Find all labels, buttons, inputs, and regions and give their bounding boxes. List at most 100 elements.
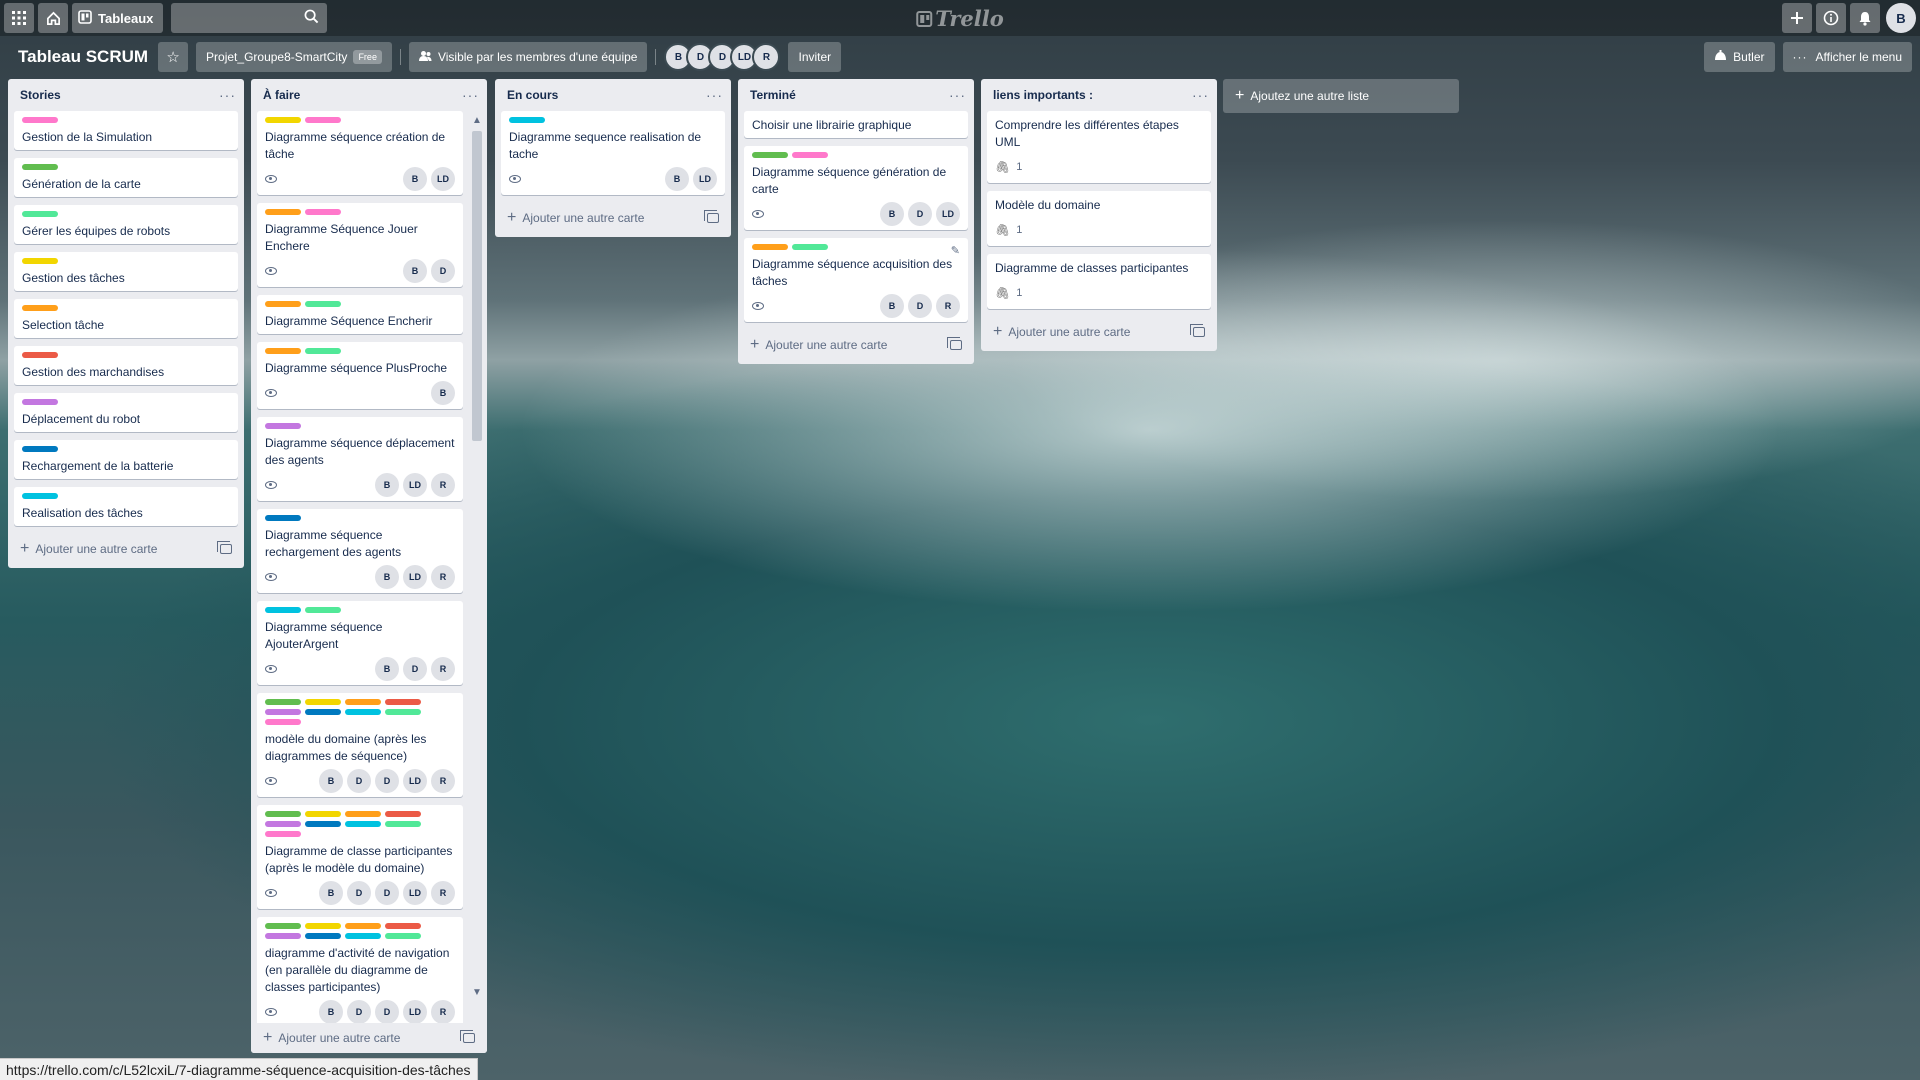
member-avatar[interactable]: B	[403, 167, 427, 191]
label-blue[interactable]	[265, 515, 301, 521]
card[interactable]: Déplacement du robot	[14, 393, 238, 432]
member-avatar[interactable]: LD	[431, 167, 455, 191]
label-orange[interactable]	[752, 244, 788, 250]
member-avatar[interactable]: R	[431, 1000, 455, 1024]
member-avatar[interactable]: LD	[936, 202, 960, 226]
member-avatar[interactable]: B	[375, 565, 399, 589]
label-green[interactable]	[752, 152, 788, 158]
label-yellow[interactable]	[305, 923, 341, 929]
member-avatar[interactable]: B	[880, 202, 904, 226]
apps-grid-icon[interactable]	[4, 3, 34, 33]
card-template-icon[interactable]	[1190, 324, 1205, 337]
trello-logo[interactable]: Trello	[916, 6, 1004, 31]
label-pink[interactable]	[792, 152, 828, 158]
card-template-icon[interactable]	[460, 1030, 475, 1043]
label-lime[interactable]	[305, 348, 341, 354]
visibility-button[interactable]: Visible par les membres d'une équipe	[408, 42, 648, 72]
member-avatar[interactable]: D	[908, 202, 932, 226]
list-menu-dots-icon[interactable]: ···	[949, 87, 966, 103]
board-title[interactable]: Tableau SCRUM	[8, 47, 158, 67]
card[interactable]: Diagramme séquence génération de carte B D…	[744, 146, 968, 230]
label-blue[interactable]	[305, 709, 341, 715]
member-avatar[interactable]: R	[936, 294, 960, 318]
label-yellow[interactable]	[265, 117, 301, 123]
label-orange[interactable]	[345, 923, 381, 929]
add-list-button[interactable]: + Ajoutez une autre liste	[1223, 79, 1459, 113]
card[interactable]: Diagramme sequence realisation de tache B…	[501, 111, 725, 195]
label-red[interactable]	[22, 352, 58, 358]
member-avatar[interactable]: B	[880, 294, 904, 318]
label-pink[interactable]	[265, 719, 301, 725]
card-template-icon[interactable]	[217, 541, 232, 554]
member-avatar[interactable]: R	[752, 43, 781, 71]
label-sky[interactable]	[345, 933, 381, 939]
label-lime[interactable]	[22, 211, 58, 217]
card[interactable]: Gestion de la Simulation	[14, 111, 238, 150]
label-purple[interactable]	[22, 399, 58, 405]
info-icon[interactable]	[1816, 3, 1846, 33]
card[interactable]: diagramme d'activité de navigation (en p…	[257, 917, 463, 1028]
member-avatar[interactable]: B	[403, 259, 427, 283]
label-red[interactable]	[385, 699, 421, 705]
scroll-thumb[interactable]	[472, 131, 482, 441]
add-card-button[interactable]: + Ajouter une autre carte	[8, 534, 244, 564]
label-pink[interactable]	[265, 831, 301, 837]
list-title[interactable]: liens importants :	[993, 88, 1093, 102]
member-avatar[interactable]: R	[431, 769, 455, 793]
card[interactable]: modèle du domaine (après les diagrammes …	[257, 693, 463, 797]
member-avatar[interactable]: B	[375, 473, 399, 497]
member-avatar[interactable]: R	[431, 881, 455, 905]
show-menu-button[interactable]: ··· Afficher le menu	[1782, 42, 1912, 72]
member-avatar[interactable]: D	[347, 769, 371, 793]
label-green[interactable]	[265, 923, 301, 929]
add-card-button[interactable]: + Ajouter une autre carte	[251, 1023, 487, 1053]
label-green[interactable]	[265, 811, 301, 817]
label-red[interactable]	[385, 923, 421, 929]
list-scrollbar[interactable]: ▲ ▼	[469, 115, 485, 1001]
card[interactable]: Realisation des tâches	[14, 487, 238, 526]
list-menu-dots-icon[interactable]: ···	[1192, 87, 1209, 103]
card[interactable]: Génération de la carte	[14, 158, 238, 197]
list-title[interactable]: Stories	[20, 88, 61, 102]
card[interactable]: Diagramme de classes participantes 🖇 1	[987, 254, 1211, 309]
boards-button[interactable]: Tableaux	[72, 3, 164, 33]
label-sky[interactable]	[22, 493, 58, 499]
member-avatar[interactable]: R	[431, 565, 455, 589]
label-blue[interactable]	[305, 821, 341, 827]
label-green[interactable]	[265, 699, 301, 705]
label-sky[interactable]	[345, 709, 381, 715]
label-lime[interactable]	[385, 821, 421, 827]
card[interactable]: Diagramme de classe participantes (après…	[257, 805, 463, 909]
list-title[interactable]: En cours	[507, 88, 558, 102]
label-purple[interactable]	[265, 821, 301, 827]
label-orange[interactable]	[345, 811, 381, 817]
add-card-button[interactable]: + Ajouter une autre carte	[495, 203, 731, 233]
card[interactable]: Modèle du domaine 🖇 1	[987, 191, 1211, 246]
card[interactable]: ✎ Diagramme séquence acquisition des tâch…	[744, 238, 968, 322]
label-sky[interactable]	[509, 117, 545, 123]
member-avatar[interactable]: D	[375, 881, 399, 905]
card-template-icon[interactable]	[947, 337, 962, 350]
label-sky[interactable]	[265, 607, 301, 613]
star-icon[interactable]: ☆	[158, 42, 189, 72]
team-button[interactable]: Projet_Groupe8-SmartCity Free	[196, 42, 392, 72]
card[interactable]: Choisir une librairie graphique	[744, 111, 968, 138]
card[interactable]: Gérer les équipes de robots	[14, 205, 238, 244]
label-yellow[interactable]	[305, 811, 341, 817]
label-lime[interactable]	[792, 244, 828, 250]
label-orange[interactable]	[22, 305, 58, 311]
label-blue[interactable]	[22, 446, 58, 452]
list-title[interactable]: Terminé	[750, 88, 796, 102]
card[interactable]: Gestion des tâches	[14, 252, 238, 291]
label-orange[interactable]	[265, 348, 301, 354]
list-menu-dots-icon[interactable]: ···	[462, 87, 479, 103]
label-orange[interactable]	[345, 699, 381, 705]
scroll-down-arrow-icon[interactable]: ▼	[469, 987, 485, 1001]
scroll-up-arrow-icon[interactable]: ▲	[469, 115, 485, 129]
label-purple[interactable]	[265, 423, 301, 429]
card[interactable]: Diagramme séquence rechargement des agen…	[257, 509, 463, 593]
card[interactable]: Diagramme Séquence Encherir	[257, 295, 463, 334]
card[interactable]: Comprendre les différentes étapes UML 🖇 1	[987, 111, 1211, 183]
member-avatar[interactable]: D	[908, 294, 932, 318]
user-avatar[interactable]: B	[1886, 3, 1916, 33]
